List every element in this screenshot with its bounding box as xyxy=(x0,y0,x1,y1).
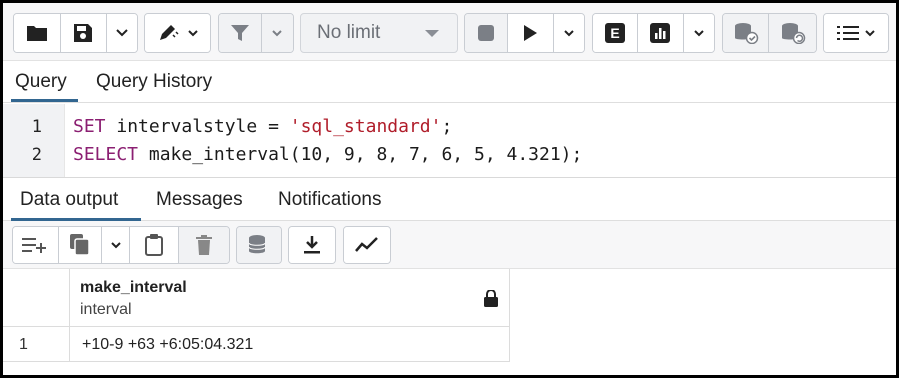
lock-icon xyxy=(484,290,498,307)
column-name: make_interval xyxy=(80,279,187,296)
edit-button-group[interactable] xyxy=(144,13,211,53)
tab-query[interactable]: Query xyxy=(15,71,67,93)
result-tab-bar: Data output Messages Notifications xyxy=(3,177,896,221)
copy-icon xyxy=(69,234,90,256)
graph-visualiser-button[interactable] xyxy=(344,227,390,263)
code-text: make_interval(10, 9, 8, 7, 6, 5, 4.321); xyxy=(138,144,583,165)
add-row-icon xyxy=(22,238,47,253)
tab-query-history[interactable]: Query History xyxy=(96,71,212,93)
data-grid: make_interval interval 1 +10-9 +63 +6:05… xyxy=(3,269,896,375)
commit-button[interactable] xyxy=(723,14,770,52)
row-header-corner[interactable] xyxy=(3,269,70,327)
filter-icon xyxy=(230,25,249,41)
macros-menu-button[interactable] xyxy=(824,14,888,52)
column-type: interval xyxy=(80,301,132,318)
file-button-group xyxy=(13,13,138,53)
explain-button-group: E xyxy=(592,13,715,53)
cell-value: +10-9 +63 +6:05:04.321 xyxy=(82,336,254,353)
chevron-down-icon xyxy=(187,29,198,36)
execute-query-button[interactable] xyxy=(508,14,554,52)
tab-data-output[interactable]: Data output xyxy=(20,189,118,211)
sql-editor[interactable]: 1 2 SET intervalstyle = 'sql_standard'; … xyxy=(3,104,896,177)
query-tab-bar: Query Query History xyxy=(3,61,896,103)
macros-icon xyxy=(836,26,859,40)
stop-icon xyxy=(478,25,495,41)
stop-query-button[interactable] xyxy=(465,14,509,52)
query-toolbar: No limit E xyxy=(3,3,896,61)
active-tab-indicator xyxy=(11,99,78,102)
tab-notifications[interactable]: Notifications xyxy=(278,189,382,211)
save-options-dropdown[interactable] xyxy=(106,14,137,52)
result-toolbar xyxy=(3,221,896,269)
delete-row-button[interactable] xyxy=(179,227,229,263)
paste-icon xyxy=(145,234,164,256)
commit-icon xyxy=(734,23,758,44)
row-number-cell[interactable] xyxy=(3,327,70,362)
copy-options-dropdown[interactable] xyxy=(102,227,130,263)
add-row-button[interactable] xyxy=(13,227,59,263)
download-button[interactable] xyxy=(289,227,335,263)
save-data-button-group xyxy=(236,226,282,264)
save-file-button[interactable] xyxy=(61,14,107,52)
edit-icon xyxy=(159,25,179,40)
explain-options-dropdown[interactable] xyxy=(683,14,714,52)
trash-icon xyxy=(196,235,213,255)
line-number: 2 xyxy=(31,145,42,165)
explain-analyze-button[interactable] xyxy=(638,14,684,52)
macros-button-group[interactable] xyxy=(823,13,889,53)
filter-button-group xyxy=(218,13,294,53)
sql-keyword: SELECT xyxy=(73,144,139,165)
rollback-button[interactable] xyxy=(769,14,816,52)
save-data-button[interactable] xyxy=(237,227,281,263)
code-text: intervalstyle = xyxy=(105,116,290,137)
download-button-group xyxy=(288,226,336,264)
row-edit-button-group xyxy=(12,226,230,264)
line-number: 1 xyxy=(31,117,42,137)
filter-button[interactable] xyxy=(219,14,262,52)
graph-button-group xyxy=(343,226,391,264)
save-icon xyxy=(74,24,93,42)
row-limit-value: No limit xyxy=(317,22,381,43)
explain-button[interactable]: E xyxy=(593,14,639,52)
transaction-button-group xyxy=(722,13,817,53)
folder-icon xyxy=(27,26,48,41)
edit-menu-button[interactable] xyxy=(145,14,210,52)
column-header[interactable] xyxy=(70,269,510,327)
chevron-down-icon xyxy=(564,29,574,36)
line-chart-icon xyxy=(355,237,378,252)
code-text: ; xyxy=(441,116,453,137)
sql-string: 'sql_standard' xyxy=(289,116,442,137)
execute-button-group xyxy=(464,13,585,53)
copy-button[interactable] xyxy=(58,227,103,263)
app-window: No limit E Query Query History 1 2 SET i… xyxy=(0,0,899,378)
sql-keyword: SET xyxy=(73,116,106,137)
chevron-down-icon xyxy=(116,29,128,37)
filter-dropdown[interactable] xyxy=(261,14,293,52)
rollback-icon xyxy=(781,23,805,44)
paste-button[interactable] xyxy=(129,227,180,263)
explain-icon: E xyxy=(605,23,626,43)
chevron-down-icon xyxy=(110,241,121,248)
caret-down-icon xyxy=(425,30,439,37)
open-file-button[interactable] xyxy=(14,14,62,52)
row-number: 1 xyxy=(19,336,28,353)
chevron-down-icon xyxy=(694,29,704,36)
download-icon xyxy=(304,236,320,254)
execute-icon xyxy=(524,25,538,41)
execute-options-dropdown[interactable] xyxy=(553,14,584,52)
line-number-gutter: 1 2 xyxy=(3,104,65,177)
explain-analyze-icon xyxy=(650,23,671,43)
save-data-icon xyxy=(248,235,266,254)
code-line[interactable]: SET intervalstyle = 'sql_standard'; xyxy=(73,116,452,137)
chevron-down-icon xyxy=(864,29,875,36)
svg-text:E: E xyxy=(610,25,619,41)
row-limit-select[interactable]: No limit xyxy=(300,13,458,53)
code-line[interactable]: SELECT make_interval(10, 9, 8, 7, 6, 5, … xyxy=(73,144,582,165)
tab-messages[interactable]: Messages xyxy=(156,189,243,211)
chevron-down-icon xyxy=(272,29,283,36)
